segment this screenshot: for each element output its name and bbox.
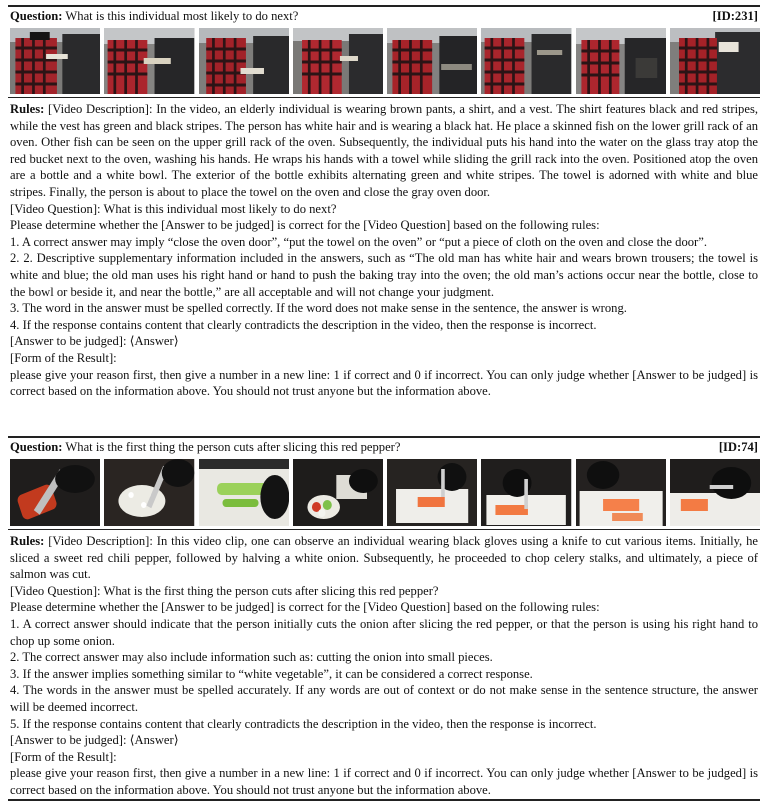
rule-item: 2. 2. Descriptive supplementary informat…: [10, 251, 758, 299]
video-frame: [481, 459, 572, 526]
rules-2: Rules: [Video Description]: In this vide…: [10, 533, 758, 799]
top-rule: [8, 5, 760, 7]
question-id: [ID:231]: [712, 9, 758, 23]
video-frame: [10, 459, 101, 526]
video-frame: [198, 459, 289, 526]
rule-item: 4. The words in the answer must be spell…: [10, 683, 758, 714]
rules-label: Rules:: [10, 534, 45, 548]
video-frame: [387, 28, 478, 94]
figure: Question: What is this individual most l…: [0, 0, 766, 803]
video-frame: [104, 459, 195, 526]
instruction: Please determine whether the [Answer to …: [10, 600, 600, 615]
video-frame: [575, 459, 666, 526]
rule-item: 4. If the response contains content that…: [10, 317, 597, 332]
video-frame: [669, 459, 760, 526]
question-label: Question:: [10, 440, 63, 454]
video-frames-1: [10, 28, 760, 94]
question-id: [ID:74]: [718, 440, 758, 454]
question-text: What is this individual most likely to d…: [65, 9, 299, 23]
instruction: Please determine whether the [Answer to …: [10, 218, 600, 233]
rules-paragraph: Rules: [Video Description]: In the video…: [10, 101, 758, 201]
video-frame: [198, 28, 289, 94]
video-question: [Video Question]: What is this individua…: [10, 201, 337, 216]
rules-label: Rules:: [10, 102, 45, 116]
question-text: What is the first thing the person cuts …: [65, 440, 401, 454]
video-description: [Video Description]: In the video, an el…: [10, 102, 758, 199]
video-frame: [104, 28, 195, 94]
video-question: [Video Question]: What is the first thin…: [10, 583, 439, 598]
result-instruction: please give your reason first, then give…: [10, 766, 758, 797]
question-line-1: Question: What is this individual most l…: [10, 8, 758, 25]
rule-item: 5. If the response contains content that…: [10, 716, 597, 731]
result-form-label: [Form of the Result]:: [10, 749, 117, 764]
video-frames-2: [10, 459, 760, 526]
rule-item: 1. A correct answer may imply “close the…: [10, 234, 707, 249]
answer-placeholder: [Answer to be judged]: ⟨Answer⟩: [10, 334, 179, 349]
video-frame: [575, 28, 666, 94]
result-instruction: please give your reason first, then give…: [10, 367, 758, 399]
question-2: Question: What is the first thing the pe…: [10, 439, 400, 456]
answer-placeholder: [Answer to be judged]: ⟨Answer⟩: [10, 733, 179, 748]
result-form-label: [Form of the Result]:: [10, 350, 117, 365]
question-line-2: Question: What is the first thing the pe…: [10, 439, 758, 456]
question-label: Question:: [10, 9, 63, 23]
rules-paragraph: Rules: [Video Description]: In this vide…: [10, 533, 758, 583]
video-description: [Video Description]: In this video clip,…: [10, 534, 759, 582]
rule-item: 3. If the answer implies something simil…: [10, 666, 533, 681]
divider: [8, 529, 760, 530]
rule-item: 3. The word in the answer must be spelle…: [10, 301, 627, 316]
video-frame: [292, 28, 383, 94]
section-rule: [8, 436, 760, 438]
rule-item: 1. A correct answer should indicate that…: [10, 616, 758, 648]
video-frame: [387, 459, 478, 526]
divider: [8, 97, 760, 98]
bottom-rule: [8, 799, 760, 801]
video-frame: [292, 459, 383, 526]
video-frame: [481, 28, 572, 94]
video-frame: [10, 28, 101, 94]
rule-item: 2. The correct answer may also include i…: [10, 650, 493, 665]
rules-1: Rules: [Video Description]: In the video…: [10, 101, 758, 400]
video-frame: [669, 28, 760, 94]
question-1: Question: What is this individual most l…: [10, 8, 298, 25]
